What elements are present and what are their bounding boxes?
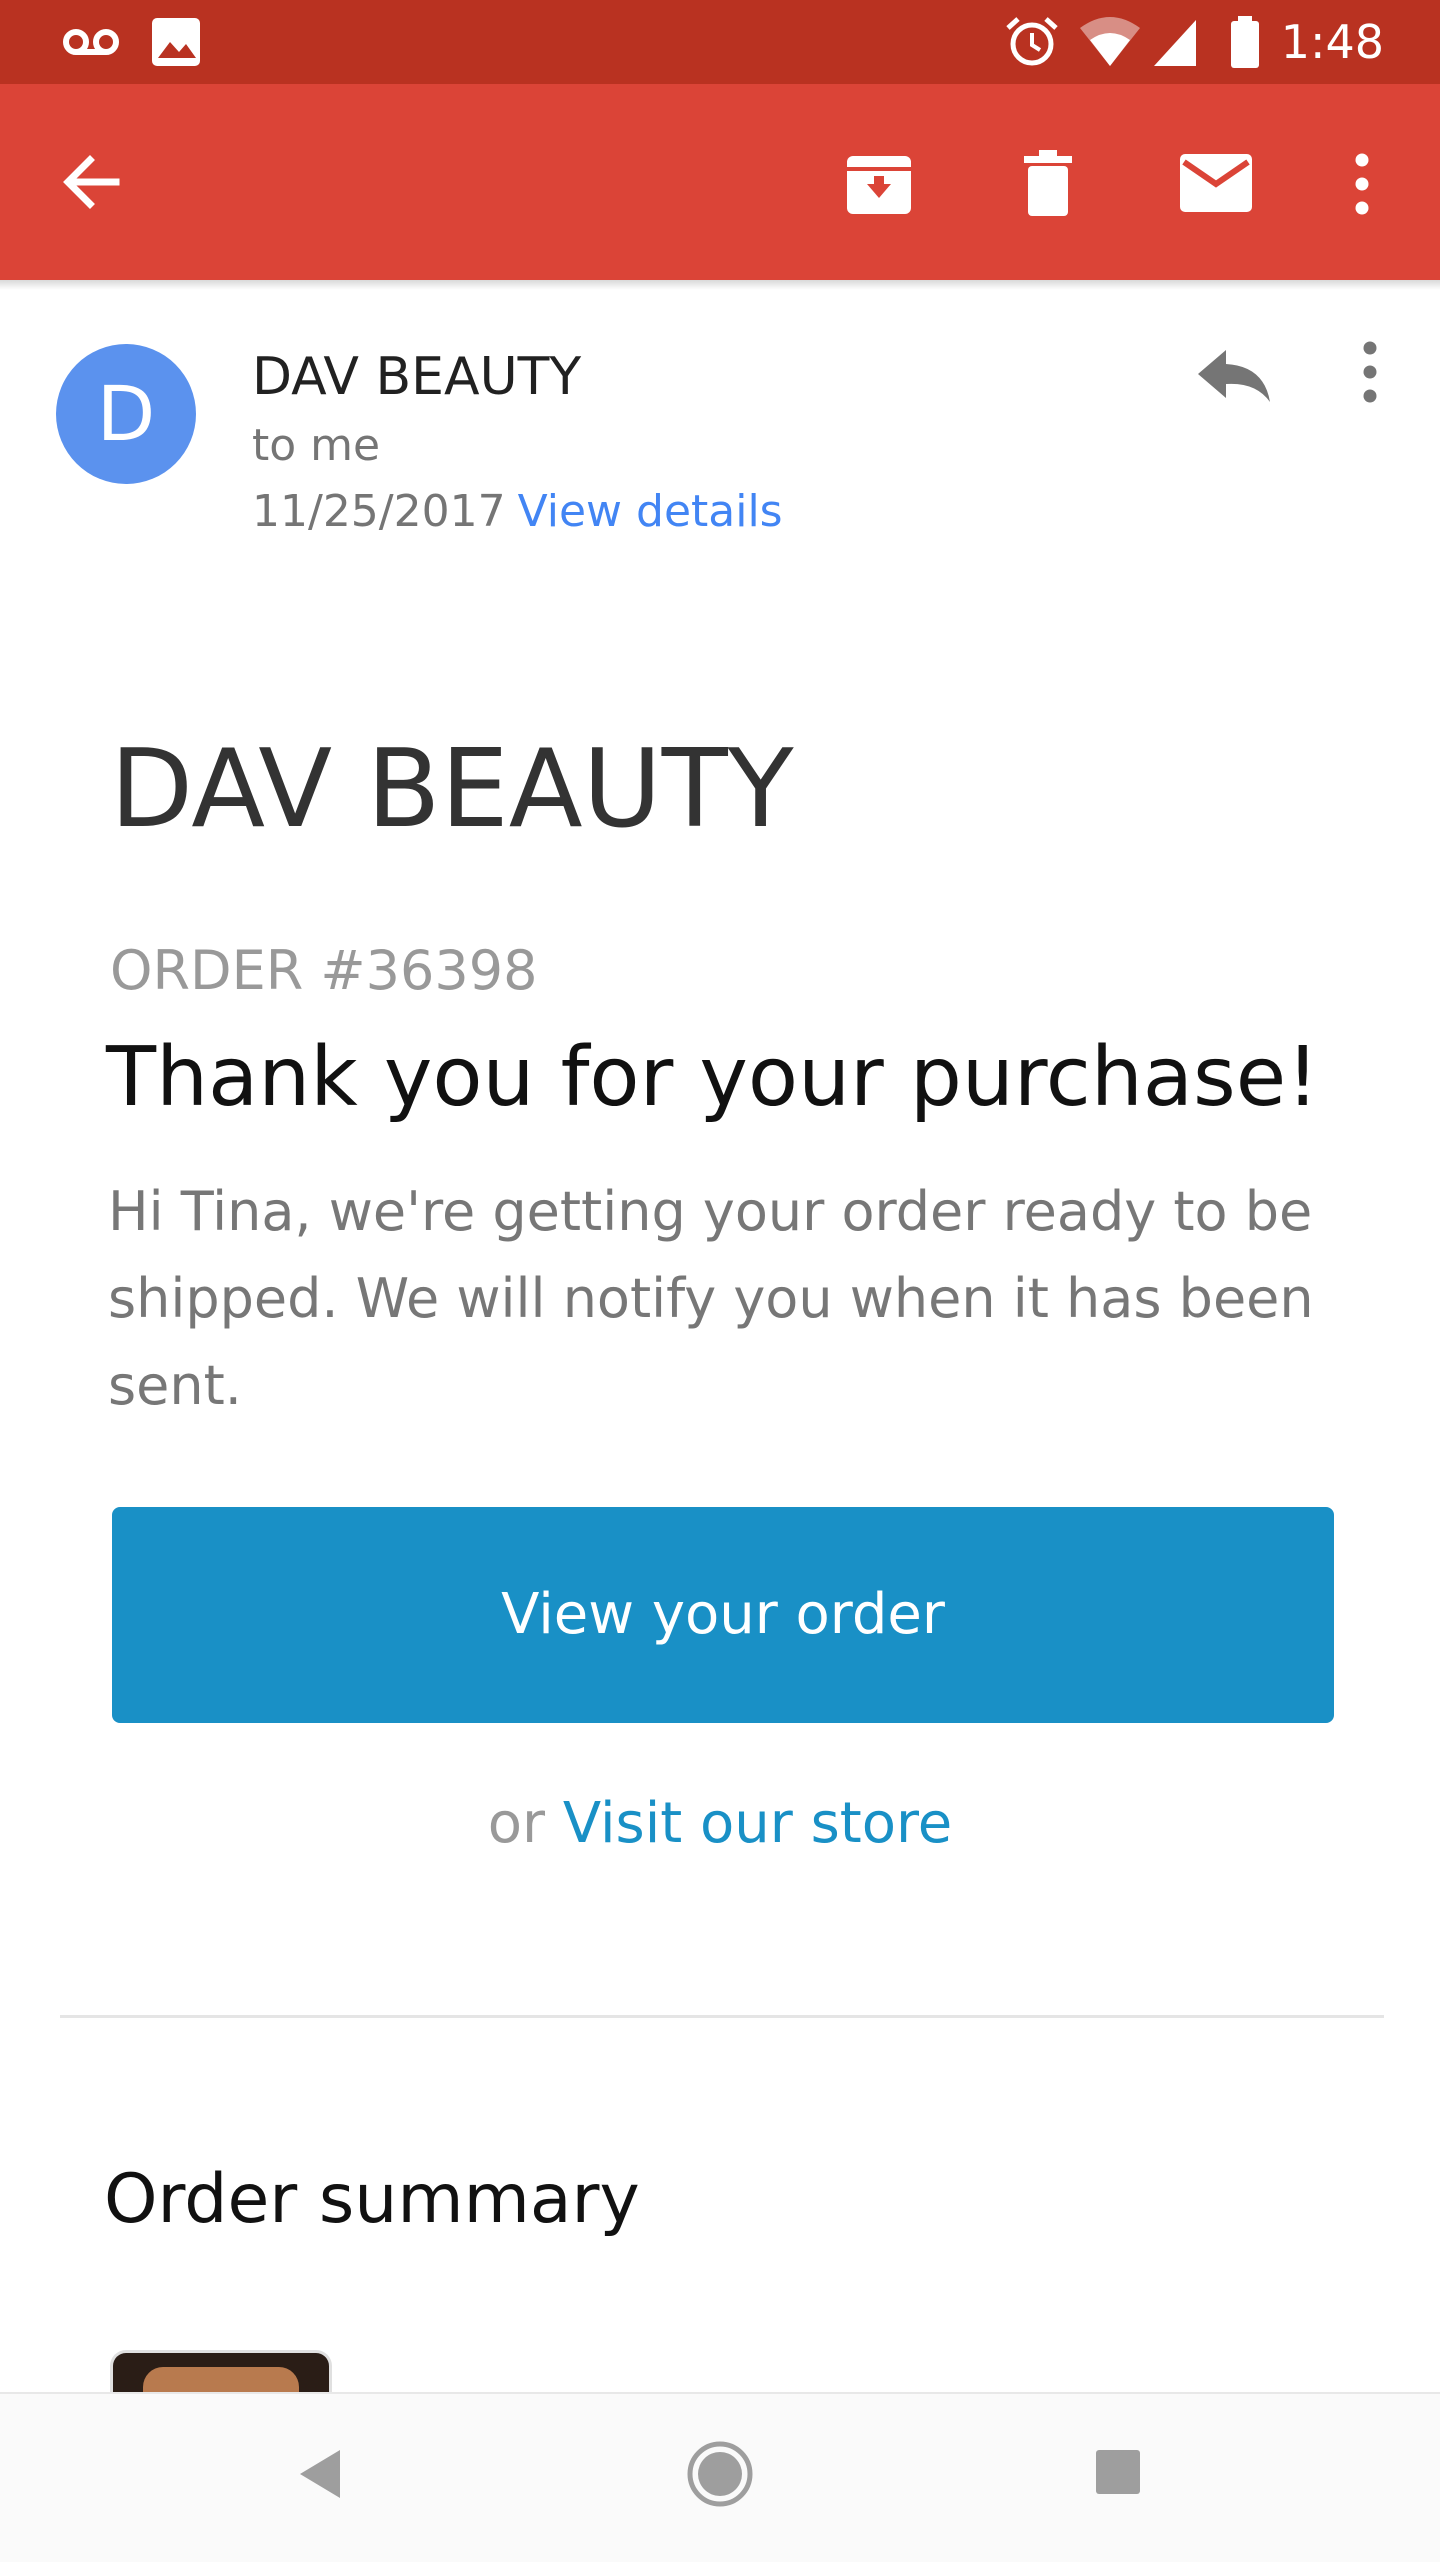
product-thumbnail: [110, 2350, 332, 2397]
more-vert-icon[interactable]: [1350, 152, 1374, 216]
signal-icon: [1154, 20, 1196, 66]
store-prefix: or: [487, 1791, 546, 1856]
voicemail-icon: [63, 29, 119, 55]
mark-unread-icon[interactable]: [1180, 154, 1252, 212]
avatar[interactable]: D: [56, 344, 196, 484]
visit-store-link[interactable]: Visit our store: [563, 1791, 952, 1856]
app-bar-shadow: [0, 280, 1440, 290]
view-details-link[interactable]: View details: [518, 486, 783, 537]
back-arrow-icon[interactable]: [60, 150, 124, 214]
email-date: 11/25/2017: [252, 486, 506, 537]
message-more-icon[interactable]: [1358, 340, 1382, 404]
divider: [60, 2015, 1384, 2018]
recipient-line: to me: [252, 420, 381, 471]
reply-icon[interactable]: [1196, 346, 1272, 402]
alarm-icon: [1006, 17, 1058, 66]
wifi-icon: [1080, 17, 1140, 66]
order-message: Hi Tina, we're getting your order ready …: [108, 1180, 1314, 1417]
archive-icon[interactable]: [845, 152, 913, 216]
navigation-bar: [0, 2392, 1440, 2562]
sender-name: DAV BEAUTY: [252, 347, 582, 407]
status-bar: 1:48: [0, 0, 1440, 84]
view-order-button[interactable]: View your order: [112, 1507, 1334, 1723]
battery-icon: [1231, 16, 1259, 68]
order-summary-heading: Order summary: [104, 2160, 640, 2239]
recents-square-icon[interactable]: [1096, 2450, 1140, 2494]
app-bar: [0, 84, 1440, 280]
order-number: ORDER #36398: [110, 939, 538, 1002]
date-line: 11/25/2017 View details: [252, 482, 783, 542]
clock-time: 1:48: [1280, 15, 1384, 69]
delete-icon[interactable]: [1024, 150, 1072, 216]
back-triangle-icon[interactable]: [298, 2448, 342, 2500]
image-icon: [152, 18, 200, 66]
brand-heading: DAV BEAUTY: [110, 727, 794, 852]
thank-you-heading: Thank you for your purchase!: [106, 1030, 1320, 1125]
store-line: or Visit our store: [0, 1788, 1440, 1860]
home-circle-icon[interactable]: [686, 2440, 754, 2508]
